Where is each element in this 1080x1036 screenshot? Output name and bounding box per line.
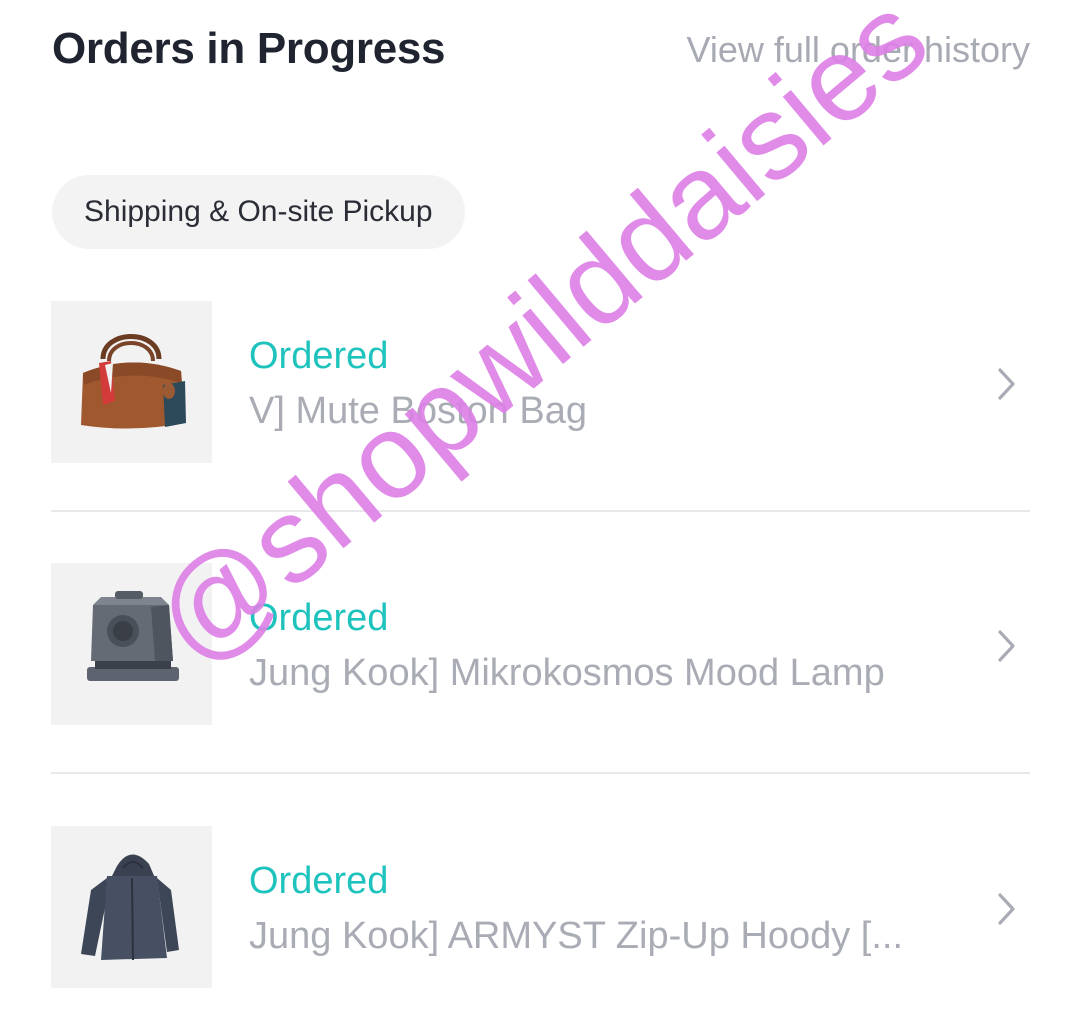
chevron-right-icon xyxy=(998,368,1015,400)
divider xyxy=(51,772,1030,774)
product-name: Jung Kook] Mikrokosmos Mood Lamp xyxy=(249,652,885,694)
order-row[interactable]: Ordered Jung Kook] Mikrokosmos Mood Lamp xyxy=(51,563,1030,725)
view-order-history-link[interactable]: View full order history xyxy=(687,28,1030,72)
mood-lamp-thumbnail xyxy=(51,563,212,725)
page-title: Orders in Progress xyxy=(52,24,446,73)
product-name: Jung Kook] ARMYST Zip-Up Hoody [... xyxy=(249,915,904,957)
zip-up-hoody-image xyxy=(81,854,179,961)
mood-lamp-image xyxy=(87,591,179,681)
product-name: V] Mute Boston Bag xyxy=(249,390,587,432)
zip-up-hoody-thumbnail xyxy=(51,826,212,988)
order-status: Ordered xyxy=(249,860,389,902)
chevron-right-icon xyxy=(998,893,1015,925)
boston-bag-image xyxy=(81,334,186,429)
boston-bag-thumbnail xyxy=(51,301,212,463)
order-status: Ordered xyxy=(249,597,389,639)
order-row[interactable]: Ordered V] Mute Boston Bag xyxy=(51,301,1030,463)
filter-chip-shipping[interactable]: Shipping & On-site Pickup xyxy=(52,175,465,249)
divider xyxy=(51,510,1030,512)
order-row[interactable]: Ordered Jung Kook] ARMYST Zip-Up Hoody [… xyxy=(51,826,1030,988)
header: Orders in Progress View full order histo… xyxy=(52,22,1030,78)
order-status: Ordered xyxy=(249,335,389,377)
chevron-right-icon xyxy=(998,630,1015,662)
